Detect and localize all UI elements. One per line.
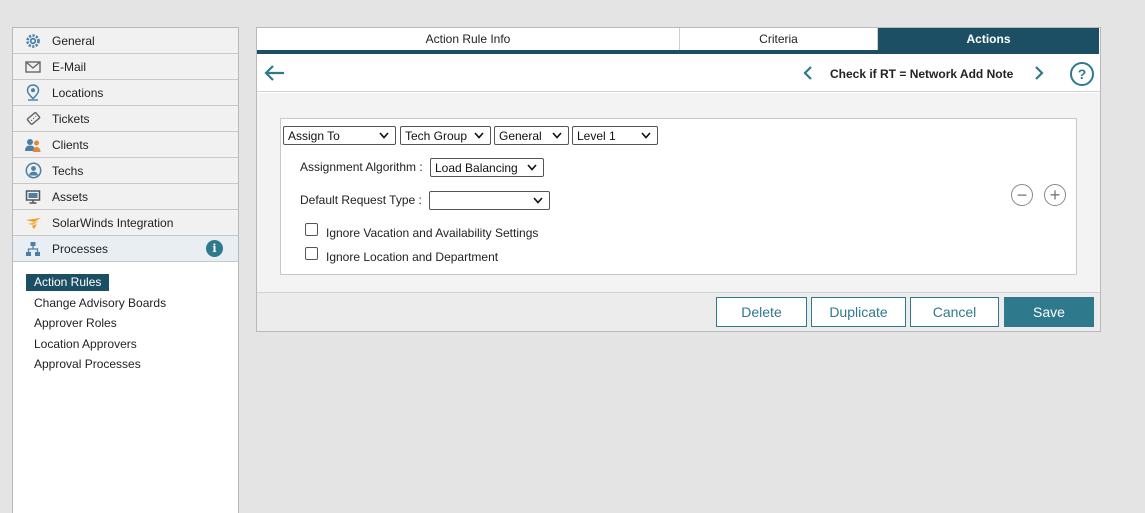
chevron-left-icon[interactable]	[803, 66, 813, 80]
chevron-down-icon	[527, 164, 537, 171]
submenu-item-action-rules[interactable]: Action Rules	[26, 274, 110, 291]
sidebar-item-label: SolarWinds Integration	[52, 215, 174, 230]
assignment-algorithm-select[interactable]: Load Balancing	[430, 158, 544, 177]
submenu-item-change-advisory-boards[interactable]: Change Advisory Boards	[26, 295, 174, 316]
sidebar-item-processes[interactable]: Processes i	[13, 236, 238, 262]
sidebar-item-label: Processes	[52, 241, 109, 256]
sidebar-item-solarwinds-integration[interactable]: SolarWinds Integration	[13, 210, 238, 236]
assignment-algorithm-label: Assignment Algorithm :	[300, 160, 423, 174]
select-value: Tech Group	[405, 128, 468, 143]
default-request-type-label: Default Request Type :	[300, 193, 422, 207]
tab-criteria[interactable]: Criteria	[680, 28, 878, 50]
envelope-icon	[24, 58, 42, 76]
sidebar-item-label: General	[52, 33, 95, 48]
sidebar-item-label: Assets	[52, 189, 89, 204]
chevron-down-icon	[379, 132, 389, 139]
sidebar-item-assets[interactable]: Assets	[13, 184, 238, 210]
duplicate-button[interactable]: Duplicate	[811, 297, 906, 327]
ignore-vacation-label: Ignore Vacation and Availability Setting…	[326, 226, 539, 240]
tab-actions[interactable]: Actions	[878, 28, 1099, 50]
sidebar-item-label: Locations	[52, 85, 104, 100]
assign-target-select[interactable]: Tech Group	[400, 126, 491, 145]
remove-action-icon[interactable]: −	[1011, 184, 1033, 206]
action-rule-panel: Action Rule Info Criteria Actions Check …	[256, 27, 1101, 332]
help-icon[interactable]: ?	[1070, 62, 1094, 86]
actions-content: Assign To Tech Group General Level 1 Ass…	[257, 93, 1100, 292]
process-tree-icon	[24, 240, 42, 258]
tech-user-icon	[24, 162, 42, 180]
clients-icon	[24, 136, 42, 154]
ticket-icon	[24, 110, 42, 128]
select-value: Level 1	[577, 128, 616, 143]
sidebar-item-techs[interactable]: Techs	[13, 158, 238, 184]
cancel-button[interactable]: Cancel	[910, 297, 999, 327]
sidebar-item-general[interactable]: General	[13, 28, 238, 54]
sidebar-item-label: Tickets	[52, 111, 90, 126]
tab-bar: Action Rule Info Criteria Actions	[257, 28, 1099, 54]
ignore-vacation-checkbox[interactable]	[305, 223, 318, 236]
action-row: Assign To Tech Group General Level 1 Ass…	[280, 118, 1077, 275]
group-select[interactable]: General	[494, 126, 569, 145]
submenu-item-approver-roles[interactable]: Approver Roles	[26, 315, 125, 336]
gear-icon	[24, 32, 42, 50]
chevron-down-icon	[641, 132, 651, 139]
sidebar-item-label: E-Mail	[52, 59, 87, 74]
chevron-down-icon	[552, 132, 562, 139]
ignore-location-checkbox[interactable]	[305, 247, 318, 260]
save-button[interactable]: Save	[1004, 297, 1094, 327]
sidebar-item-email[interactable]: E-Mail	[13, 54, 238, 80]
back-arrow-icon[interactable]	[264, 64, 286, 82]
add-action-icon[interactable]: +	[1044, 184, 1066, 206]
rule-title: Check if RT = Network Add Note	[830, 67, 1014, 81]
delete-button[interactable]: Delete	[716, 297, 807, 327]
sidebar: General E-Mail Locations Tickets Clients…	[12, 27, 239, 513]
submenu-item-location-approvers[interactable]: Location Approvers	[26, 336, 145, 357]
submenu-item-approval-processes[interactable]: Approval Processes	[26, 356, 149, 377]
sidebar-item-locations[interactable]: Locations	[13, 80, 238, 106]
sidebar-item-label: Clients	[52, 137, 89, 152]
solarwinds-icon	[24, 214, 42, 232]
ignore-location-label: Ignore Location and Department	[326, 250, 499, 264]
default-request-type-select[interactable]	[429, 191, 550, 210]
rule-title-bar: Check if RT = Network Add Note ?	[257, 54, 1100, 92]
chevron-down-icon	[474, 132, 484, 139]
info-icon[interactable]: i	[206, 240, 223, 257]
select-value: Assign To	[288, 128, 340, 143]
chevron-right-icon[interactable]	[1034, 66, 1044, 80]
level-select[interactable]: Level 1	[572, 126, 658, 145]
select-value: General	[499, 128, 542, 143]
processes-submenu: Action Rules Change Advisory Boards Appr…	[13, 262, 238, 377]
footer-bar: Delete Duplicate Cancel Save	[257, 292, 1100, 331]
monitor-icon	[24, 188, 42, 206]
chevron-down-icon	[533, 197, 543, 204]
select-value: Load Balancing	[435, 160, 518, 175]
sidebar-item-tickets[interactable]: Tickets	[13, 106, 238, 132]
action-type-select[interactable]: Assign To	[283, 126, 396, 145]
location-pin-icon	[24, 84, 42, 102]
tab-action-rule-info[interactable]: Action Rule Info	[257, 28, 680, 50]
sidebar-item-clients[interactable]: Clients	[13, 132, 238, 158]
sidebar-item-label: Techs	[52, 163, 84, 178]
